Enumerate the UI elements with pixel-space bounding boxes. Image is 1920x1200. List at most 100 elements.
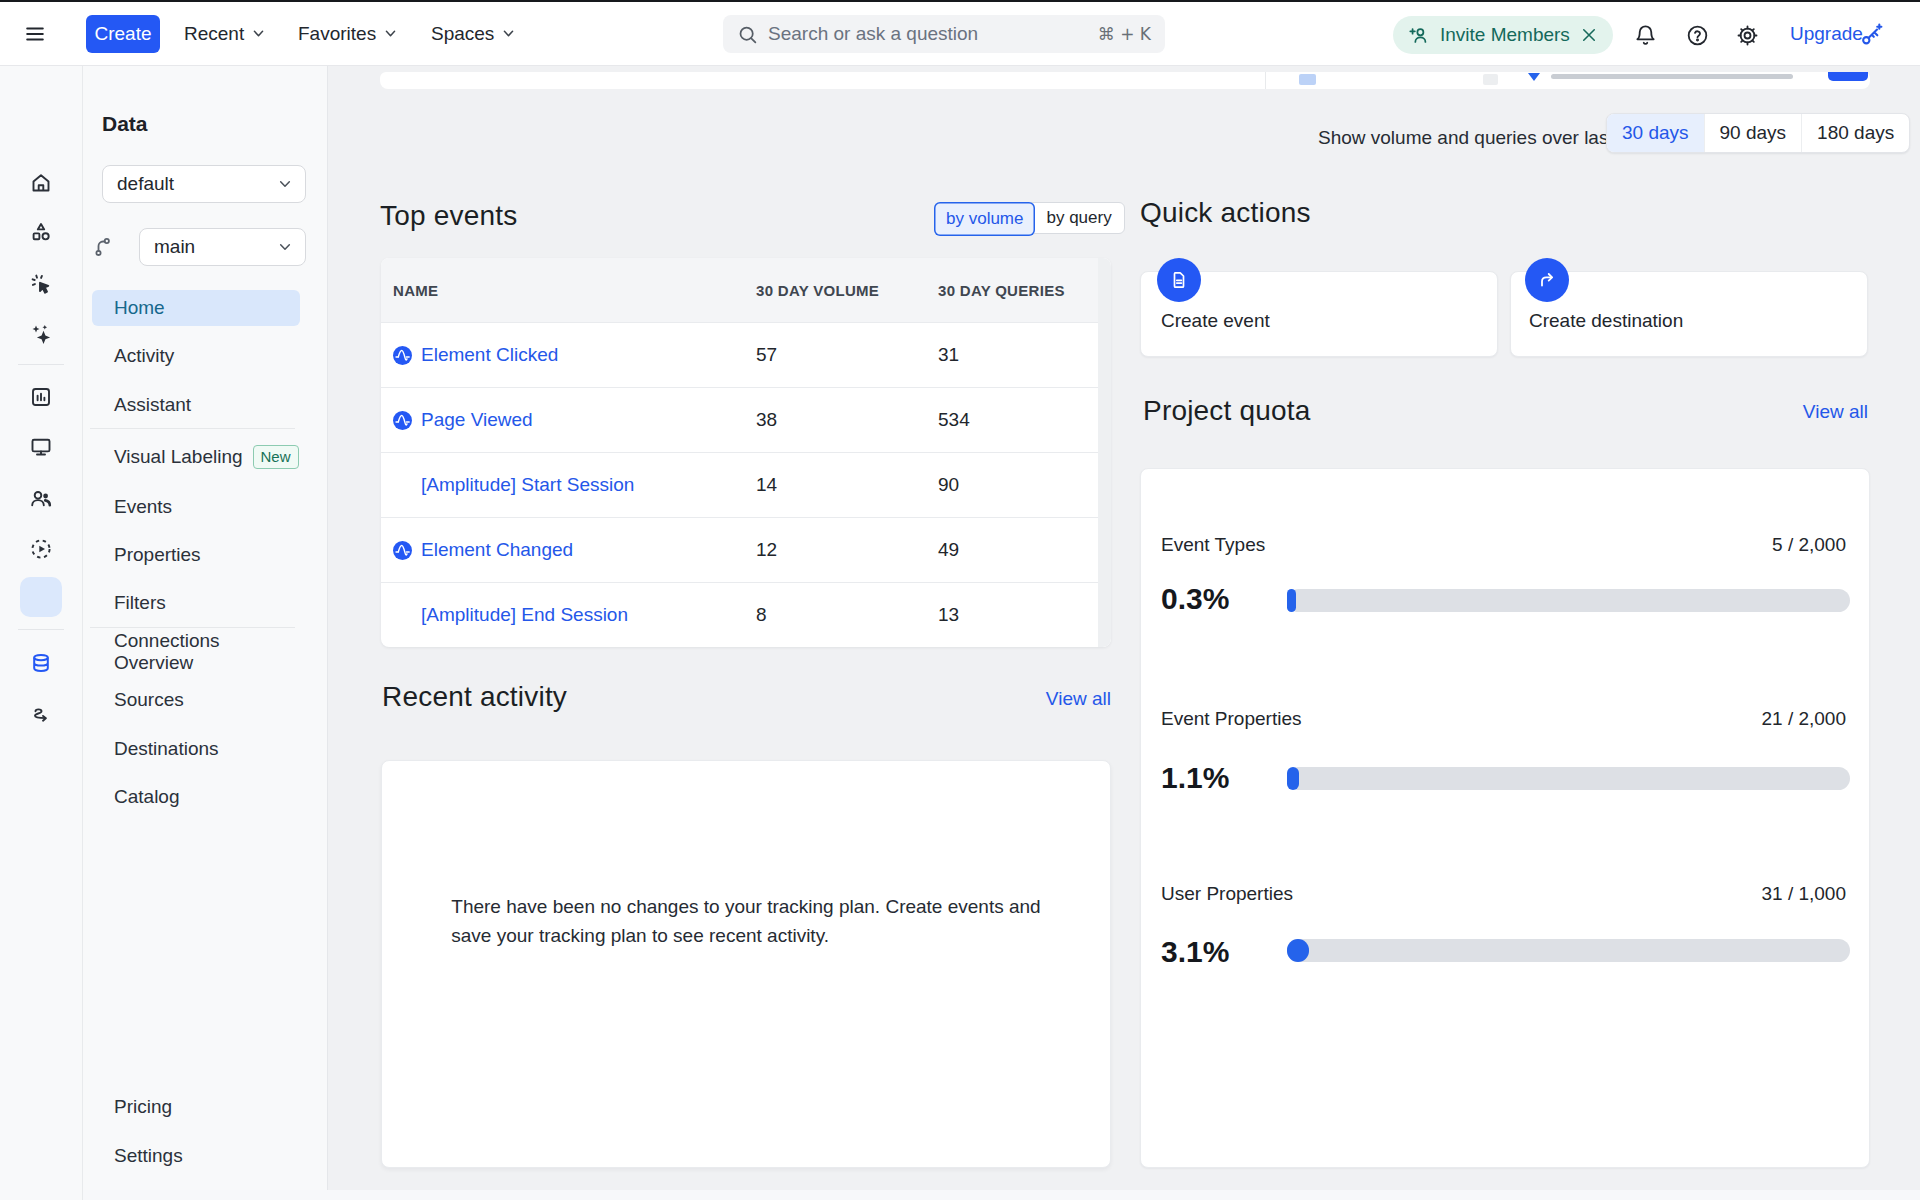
rail-divider: [18, 364, 64, 365]
slider-track[interactable]: [1551, 74, 1793, 79]
sidebar-item-assistant[interactable]: Assistant: [92, 387, 300, 423]
search-input[interactable]: Search or ask a question ⌘ + K: [723, 15, 1165, 53]
close-icon[interactable]: [1580, 26, 1598, 44]
sidebar: Data default main Home Activity Assistan…: [83, 66, 328, 1200]
sidebar-item-destinations[interactable]: Destinations: [92, 731, 300, 767]
chevron-down-icon: [383, 26, 398, 41]
project-quota-view-all[interactable]: View all: [1803, 401, 1868, 423]
quota-percent: 1.1%: [1161, 761, 1229, 795]
favorites-menu[interactable]: Favorites: [298, 2, 398, 65]
event-link: Page Viewed: [421, 409, 533, 431]
amplitude-logo-icon: [393, 411, 412, 430]
project-quota-title: Project quota: [1143, 395, 1311, 427]
table-row: Element Changed 12 49: [381, 517, 1111, 582]
spaces-menu[interactable]: Spaces: [431, 2, 516, 65]
sliver-fragment: [1483, 74, 1498, 85]
col-name: NAME: [381, 282, 756, 299]
mode-toggle: by volume by query: [934, 202, 1125, 234]
amplitude-logo-icon: [393, 346, 412, 365]
home-icon[interactable]: [29, 171, 53, 195]
sidebar-item-home[interactable]: Home: [92, 290, 300, 326]
recent-menu[interactable]: Recent: [184, 2, 266, 65]
sidebar-item-visual-labeling[interactable]: Visual LabelingNew: [92, 439, 300, 475]
sidebar-item-properties[interactable]: Properties: [92, 537, 300, 573]
menu-icon[interactable]: [24, 23, 46, 45]
gear-icon[interactable]: [1736, 24, 1759, 47]
recent-menu-label: Recent: [184, 23, 244, 45]
sidebar-item-filters[interactable]: Filters: [92, 585, 300, 621]
queries-value: 31: [938, 344, 1111, 366]
top-events-title: Top events: [380, 200, 517, 232]
data-nav-active[interactable]: [20, 577, 62, 617]
mode-by-query[interactable]: by query: [1034, 203, 1123, 233]
shapes-icon[interactable]: [29, 220, 53, 244]
table-row: [Amplitude] Start Session 14 90: [381, 452, 1111, 517]
chevron-down-icon: [277, 239, 293, 255]
invite-members-button[interactable]: Invite Members: [1393, 16, 1613, 54]
sparkles-icon[interactable]: [29, 322, 53, 346]
col-queries: 30 DAY QUERIES: [938, 282, 1111, 299]
quota-usage: 21 / 2,000: [1761, 708, 1846, 730]
new-badge: New: [253, 445, 299, 469]
volume-value: 12: [756, 539, 938, 561]
flow-icon[interactable]: [29, 702, 53, 726]
chart-icon[interactable]: [29, 385, 53, 409]
sidebar-item-sources[interactable]: Sources: [92, 682, 300, 718]
sidebar-item-events[interactable]: Events: [92, 489, 300, 525]
monitor-icon[interactable]: [29, 435, 53, 459]
branch-icon: [91, 235, 115, 259]
quota-label: User Properties: [1161, 883, 1293, 905]
event-link: Element Clicked: [421, 344, 558, 366]
create-destination-label: Create destination: [1529, 310, 1683, 332]
recent-activity-title: Recent activity: [382, 681, 567, 713]
mode-by-volume[interactable]: by volume: [934, 202, 1035, 236]
create-destination-icon: [1525, 258, 1569, 302]
quota-bar: [1287, 767, 1850, 790]
upgrade-link[interactable]: Upgrade: [1790, 2, 1863, 65]
invite-label: Invite Members: [1440, 24, 1570, 46]
recent-activity-view-all[interactable]: View all: [1046, 688, 1111, 710]
table-row: Element Clicked 57 31: [381, 322, 1111, 387]
app-root: Create Recent Favorites Spaces Search or…: [0, 0, 1920, 1200]
upgrade-key-icon: [1859, 22, 1884, 47]
table-row: [Amplitude] End Session 8 13: [381, 582, 1111, 647]
period-option-180-days[interactable]: 180 days: [1801, 114, 1909, 152]
icon-rail: [0, 66, 83, 1200]
sidebar-title: Data: [102, 112, 148, 136]
quota-bar: [1287, 939, 1850, 962]
period-filter-label: Show volume and queries over last: [1318, 127, 1614, 149]
sidebar-item-catalog[interactable]: Catalog: [92, 779, 300, 815]
sidebar-item-pricing[interactable]: Pricing: [92, 1089, 300, 1125]
amplitude-logo-icon: [393, 541, 412, 560]
spaces-menu-label: Spaces: [431, 23, 494, 45]
table-header: NAME 30 DAY VOLUME 30 DAY QUERIES: [381, 258, 1111, 322]
volume-value: 57: [756, 344, 938, 366]
database-icon[interactable]: [29, 651, 53, 675]
sidebar-item-connections-overview[interactable]: Connections Overview: [92, 634, 300, 670]
sidebar-item-settings[interactable]: Settings: [92, 1138, 300, 1174]
people-icon[interactable]: [29, 486, 53, 510]
quota-usage: 31 / 1,000: [1761, 883, 1846, 905]
rail-divider: [18, 629, 64, 630]
table-scrollbar[interactable]: [1098, 258, 1111, 647]
period-option-90-days[interactable]: 90 days: [1704, 114, 1802, 152]
chevron-down-icon: [277, 176, 293, 192]
quota-usage: 5 / 2,000: [1772, 534, 1846, 556]
cursor-click-icon[interactable]: [29, 272, 53, 296]
volume-value: 14: [756, 474, 938, 496]
queries-value: 49: [938, 539, 1111, 561]
primary-button-fragment[interactable]: [1828, 72, 1868, 81]
workspace-select[interactable]: default: [102, 165, 306, 203]
slider-handle-icon[interactable]: [1528, 73, 1540, 81]
branch-select[interactable]: main: [139, 228, 306, 266]
play-circle-icon[interactable]: [29, 537, 53, 561]
create-button[interactable]: Create: [86, 15, 160, 53]
bell-icon[interactable]: [1634, 24, 1657, 47]
period-option-30-days[interactable]: 30 days: [1607, 114, 1704, 152]
help-icon[interactable]: [1686, 24, 1709, 47]
sidebar-divider: [90, 627, 295, 628]
queries-value: 90: [938, 474, 1111, 496]
queries-value: 13: [938, 604, 1111, 626]
sidebar-item-activity[interactable]: Activity: [92, 338, 300, 374]
quota-label: Event Properties: [1161, 708, 1301, 730]
